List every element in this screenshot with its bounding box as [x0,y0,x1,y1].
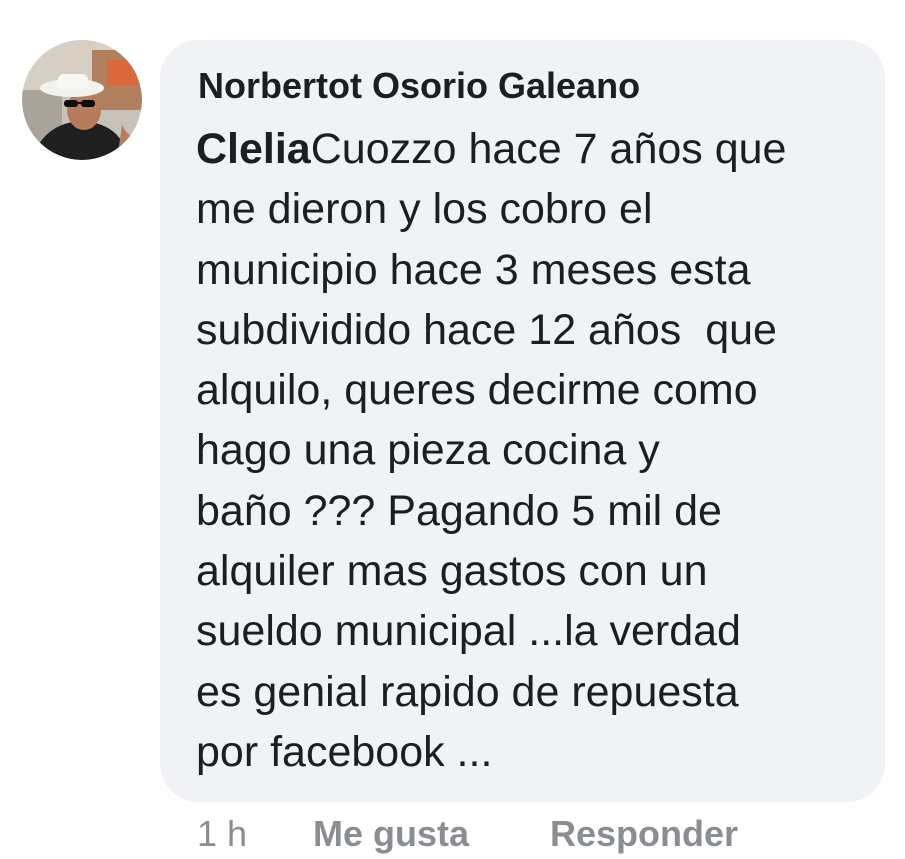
comment-line: alquiler mas gastos con un [196,547,708,596]
reply-button[interactable]: Responder [550,812,738,856]
comment-bubble: Norbertot Osorio Galeano CleliaCuozzo ha… [160,40,885,802]
comment-line: por facebook ... [196,727,493,776]
comment-line: subdividido hace 12 años que [196,305,777,354]
comment-line: alquilo, queres decirme como [196,366,758,415]
like-button[interactable]: Me gusta [313,812,469,856]
comment-line: me dieron y los cobro el [196,185,653,234]
comment-author-name[interactable]: Norbertot Osorio Galeano [198,66,640,106]
comment-line: municipio hace 3 meses esta [196,245,751,294]
comment-body: CleliaCuozzo hace 7 años que me dieron y… [196,119,866,782]
comment-line: es genial rapido de repuesta [196,667,739,716]
author-avatar[interactable] [22,40,142,160]
mention-link[interactable]: Clelia [196,125,311,173]
comment-line: sueldo municipal ...la verdad [196,607,741,656]
comment-timestamp[interactable]: 1 h [197,812,247,856]
comment-line: CleliaCuozzo hace 7 años que [196,125,787,173]
comment-line: hago una pieza cocina y [196,426,660,475]
avatar-photo [22,40,142,160]
comment-line: baño ??? Pagando 5 mil de [196,486,722,535]
